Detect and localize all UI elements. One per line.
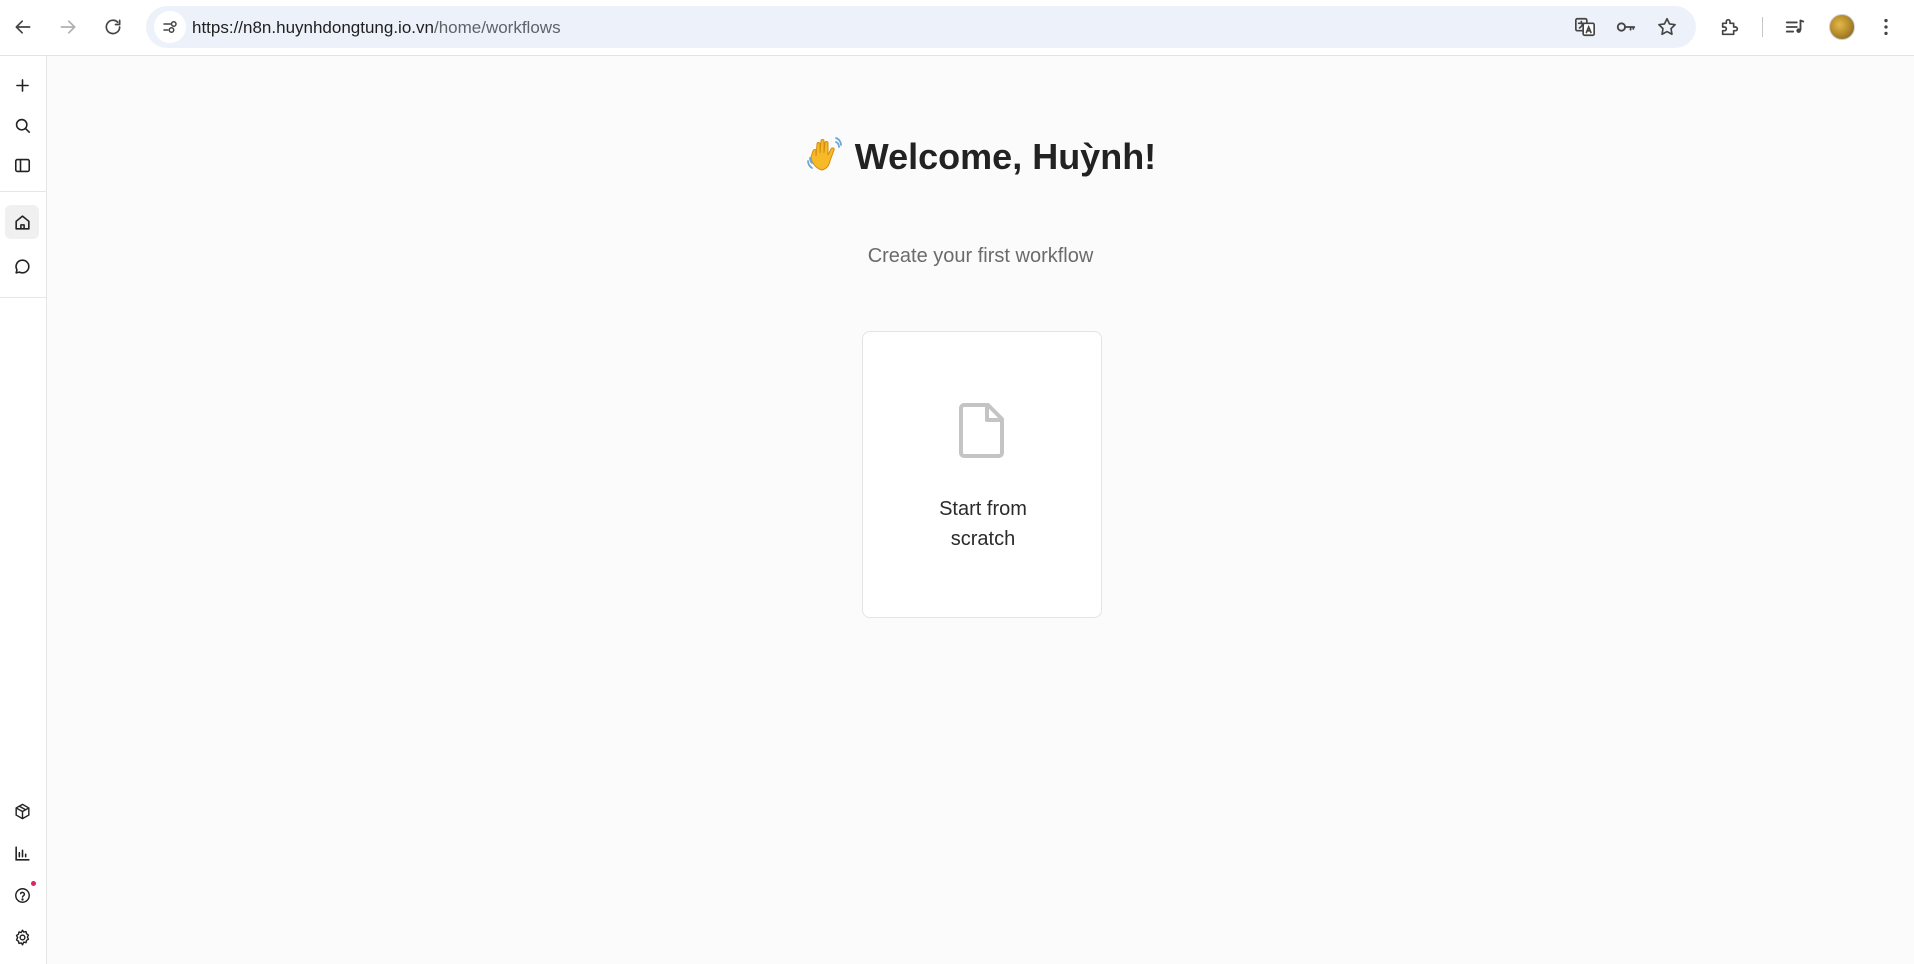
waving-hand-icon — [806, 137, 842, 171]
card-label-line2: scratch — [950, 528, 1016, 550]
back-icon — [15, 20, 31, 34]
profile-avatar[interactable] — [1829, 14, 1855, 40]
url-path: /home/workflows — [433, 18, 561, 37]
file-icon — [959, 403, 1004, 458]
welcome-text: Welcome, Huỳnh! — [854, 136, 1157, 177]
notification-dot — [31, 881, 36, 886]
sidebar-item-home[interactable] — [5, 205, 39, 239]
toggle-sidebar-icon — [14, 158, 30, 172]
address-bar[interactable]: https://n8n.huynhdongtung.io.vn/home/wor… — [146, 6, 1696, 48]
start-from-scratch-card[interactable]: Start from scratch — [862, 331, 1102, 618]
bookmark-star-icon — [1658, 17, 1676, 36]
page-subtitle: Create your first workflow — [867, 245, 1094, 267]
more-menu-icon — [1884, 18, 1888, 36]
home-icon — [14, 214, 30, 230]
reload-icon — [105, 19, 121, 35]
password-key-icon — [1616, 22, 1636, 32]
card-label-line1: Start from — [939, 498, 1027, 520]
forward-icon — [60, 20, 76, 34]
app-sidebar — [0, 56, 47, 964]
sidebar-item-help[interactable] — [5, 878, 39, 912]
sidebar-divider — [0, 297, 46, 298]
sidebar-item-chat[interactable] — [5, 249, 39, 283]
browser-toolbar: https://n8n.huynhdongtung.io.vn/home/wor… — [0, 0, 1914, 56]
media-controls-icon — [1785, 19, 1805, 33]
more-menu-button[interactable] — [1870, 11, 1902, 43]
url-host: https://n8n.huynhdongtung.io.vn — [192, 18, 434, 37]
forward-button[interactable] — [51, 10, 85, 44]
bookmark-button[interactable] — [1654, 14, 1680, 40]
search-button[interactable] — [5, 108, 39, 142]
url-text[interactable]: https://n8n.huynhdongtung.io.vn/home/wor… — [192, 18, 561, 38]
toolbar-divider — [1762, 17, 1763, 37]
password-manager-button[interactable] — [1613, 14, 1639, 40]
extensions-icon — [1721, 18, 1739, 36]
media-controls-button[interactable] — [1779, 11, 1811, 43]
toggle-sidebar-button[interactable] — [5, 148, 39, 182]
chat-icon — [14, 258, 30, 274]
main-content: Welcome, Huỳnh! Create your first workfl… — [47, 57, 1914, 964]
translate-button[interactable] — [1572, 14, 1598, 40]
search-icon — [15, 118, 30, 133]
settings-icon — [15, 929, 29, 945]
add-button[interactable] — [5, 68, 39, 102]
insights-icon — [14, 845, 30, 861]
reload-button[interactable] — [96, 10, 130, 44]
templates-icon — [14, 803, 30, 819]
sidebar-item-templates[interactable] — [5, 794, 39, 828]
site-info-button[interactable] — [154, 11, 186, 43]
add-icon — [15, 78, 29, 92]
site-info-icon — [163, 21, 177, 33]
sidebar-item-insights[interactable] — [5, 836, 39, 870]
welcome-heading: Welcome, Huỳnh! — [47, 135, 1914, 178]
sidebar-divider — [0, 191, 46, 192]
help-icon — [14, 887, 30, 903]
extensions-button[interactable] — [1714, 11, 1746, 43]
back-button[interactable] — [6, 10, 40, 44]
card-label: Start from scratch — [883, 494, 1083, 554]
sidebar-item-settings[interactable] — [5, 920, 39, 954]
translate-icon — [1575, 17, 1595, 37]
